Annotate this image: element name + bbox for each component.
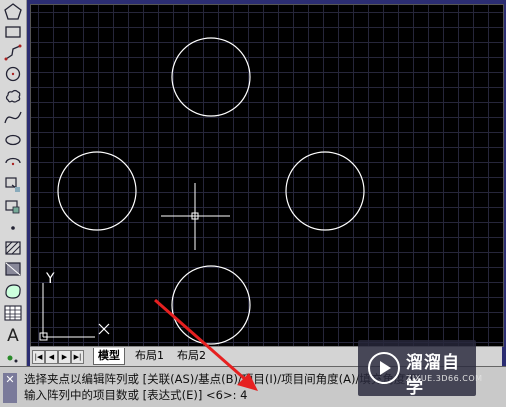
ellipse-icon[interactable] [3, 130, 23, 150]
gradient-icon[interactable] [3, 259, 23, 279]
rectangle-icon[interactable] [3, 22, 23, 42]
command-prompt-line[interactable]: 输入阵列中的项目数或 [表达式(E)] <6>: 4 [24, 387, 247, 403]
array-circle-left[interactable] [57, 151, 137, 231]
hatch-icon[interactable] [3, 238, 23, 258]
tab-model[interactable]: 模型 [93, 348, 125, 365]
pentagon-icon[interactable] [3, 2, 23, 22]
ellipse-arc-icon[interactable] [3, 152, 23, 172]
multiline-text-icon[interactable]: A [3, 326, 23, 346]
prev-tab-button[interactable]: ◀ [45, 350, 58, 364]
polyline-icon[interactable] [3, 43, 23, 63]
draw-toolbar: A [0, 0, 27, 370]
play-logo-icon [368, 352, 400, 384]
next-tab-button[interactable]: ▶ [58, 350, 71, 364]
revision-cloud-icon[interactable] [3, 86, 23, 106]
array-circle-bottom[interactable] [171, 265, 251, 345]
crosshair-cursor [161, 183, 230, 250]
spline-icon[interactable] [3, 108, 23, 128]
autocad-window: A Y X |◀ ◀ ▶ ▶| 模型 布局1 布局2 ✕ 选择夹点以编辑阵列或 … [0, 0, 506, 407]
table-icon[interactable] [3, 303, 23, 323]
first-tab-button[interactable]: |◀ [32, 350, 45, 364]
drawing-canvas[interactable]: Y X [30, 4, 504, 347]
insert-block-icon[interactable] [3, 174, 23, 194]
make-block-icon[interactable] [3, 196, 23, 216]
watermark-logo: 溜溜自学 ZIXUE.3D66.COM [358, 340, 482, 398]
watermark-title: 溜溜自学 [406, 353, 460, 398]
add-selected-icon[interactable] [3, 348, 23, 368]
command-close-icon[interactable]: ✕ [3, 373, 17, 403]
array-circle-right[interactable] [285, 151, 365, 231]
point-icon[interactable] [3, 218, 23, 238]
watermark-url: ZIXUE.3D66.COM [406, 374, 483, 383]
circle-icon[interactable] [3, 64, 23, 84]
array-circle-top[interactable] [171, 37, 251, 117]
tab-layout1[interactable]: 布局1 [131, 348, 168, 364]
ucs-y-label: Y [45, 271, 55, 287]
tab-layout2[interactable]: 布局2 [173, 348, 210, 364]
ucs-x-label: X [97, 322, 107, 338]
region-icon[interactable] [3, 281, 23, 301]
last-tab-button[interactable]: ▶| [71, 350, 84, 364]
